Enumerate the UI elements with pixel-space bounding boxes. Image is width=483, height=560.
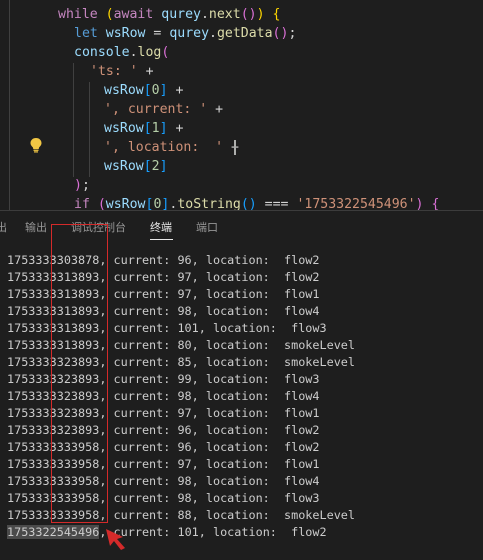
- highlighted-timestamp: 1753322545496: [7, 525, 100, 539]
- code-token: ]: [159, 121, 168, 136]
- code-token: +: [167, 121, 184, 136]
- code-token: wsRow: [105, 26, 146, 41]
- code-line: let wsRow = qurey.getData();: [74, 24, 483, 43]
- code-token: '1753322545496': [296, 197, 416, 210]
- code-token: (): [240, 7, 257, 22]
- code-token: ): [256, 7, 265, 22]
- code-token: [: [143, 83, 152, 98]
- code-token: 0: [151, 83, 160, 98]
- code-token: {: [431, 197, 440, 210]
- annotation-box: [51, 224, 108, 523]
- code-token: let: [74, 26, 98, 41]
- code-line: wsRow[0] +: [104, 81, 483, 100]
- code-token: (: [105, 7, 114, 22]
- code-line: wsRow[1] +: [104, 119, 483, 138]
- tab-problems[interactable]: 出: [0, 219, 7, 235]
- indent-guide: [9, 0, 10, 210]
- indent-guide: [73, 63, 74, 177]
- code-line: ', current: ' +: [104, 100, 483, 119]
- code-token: if: [74, 197, 90, 210]
- code-token: while: [58, 7, 98, 22]
- code-token: 1: [151, 121, 160, 136]
- code-token: wsRow: [104, 83, 144, 98]
- tab-output[interactable]: 输出: [25, 219, 47, 235]
- code-token: wsRow: [105, 197, 146, 210]
- code-token: +: [167, 83, 184, 98]
- code-line: console.log(: [74, 43, 483, 62]
- lightbulb-icon[interactable]: [29, 137, 43, 153]
- code-token: qurey: [169, 26, 210, 41]
- code-token: ]: [159, 83, 168, 98]
- code-token: await: [113, 7, 154, 22]
- code-token: =: [145, 26, 170, 41]
- code-editor[interactable]: while (await qurey.next()) {let wsRow = …: [0, 0, 483, 210]
- code-token: ]: [159, 159, 168, 174]
- code-token: next: [208, 7, 241, 22]
- code-line: while (await qurey.next()) {: [58, 5, 483, 24]
- code-line: 'ts: ' +: [90, 62, 483, 81]
- code-line: );: [74, 176, 483, 195]
- code-line: wsRow[2]: [104, 157, 483, 176]
- code-token: +: [207, 102, 224, 117]
- annotation-arrow-icon: [106, 529, 125, 550]
- code-token: {: [272, 7, 281, 22]
- terminal-line-last: 1753322545496, current: 101, location: f…: [7, 524, 327, 541]
- code-token: log: [137, 45, 162, 60]
- text-cursor: [234, 140, 236, 155]
- code-token: console: [74, 45, 130, 60]
- code-token: .: [209, 26, 217, 41]
- tab-ports[interactable]: 端口: [196, 219, 218, 235]
- code-token: 2: [151, 159, 160, 174]
- code-token: (: [97, 197, 106, 210]
- code-line: ', location: ' +: [104, 138, 483, 157]
- indent-guide: [89, 82, 90, 177]
- code-token: wsRow: [104, 121, 144, 136]
- code-token: ): [74, 178, 82, 193]
- code-token: [: [143, 121, 152, 136]
- code-token: 'ts: ': [90, 64, 138, 79]
- code-token: +: [223, 140, 239, 155]
- code-line: if (wsRow[0].toString() === '17533225454…: [74, 195, 483, 210]
- code-token: [: [143, 159, 152, 174]
- code-token: ', location: ': [104, 140, 224, 155]
- code-token: (): [240, 197, 257, 210]
- code-token: .: [129, 45, 138, 60]
- code-token: .: [200, 7, 209, 22]
- code-token: +: [137, 64, 154, 79]
- code-token: (): [272, 26, 289, 41]
- code-token: wsRow: [104, 159, 144, 174]
- tab-terminal[interactable]: 终端: [150, 219, 172, 235]
- code-token: ===: [256, 197, 297, 210]
- code-token: (: [161, 45, 170, 60]
- code-token: toString: [177, 197, 241, 210]
- active-tab-indicator: [150, 239, 173, 240]
- terminal-line-rest: , current: 101, location: flow2: [99, 525, 327, 539]
- code-token: ;: [288, 26, 297, 41]
- code-token: ;: [81, 178, 90, 193]
- code-token: ', current: ': [104, 102, 208, 117]
- code-token: getData: [216, 26, 273, 41]
- code-token: qurey: [161, 7, 201, 22]
